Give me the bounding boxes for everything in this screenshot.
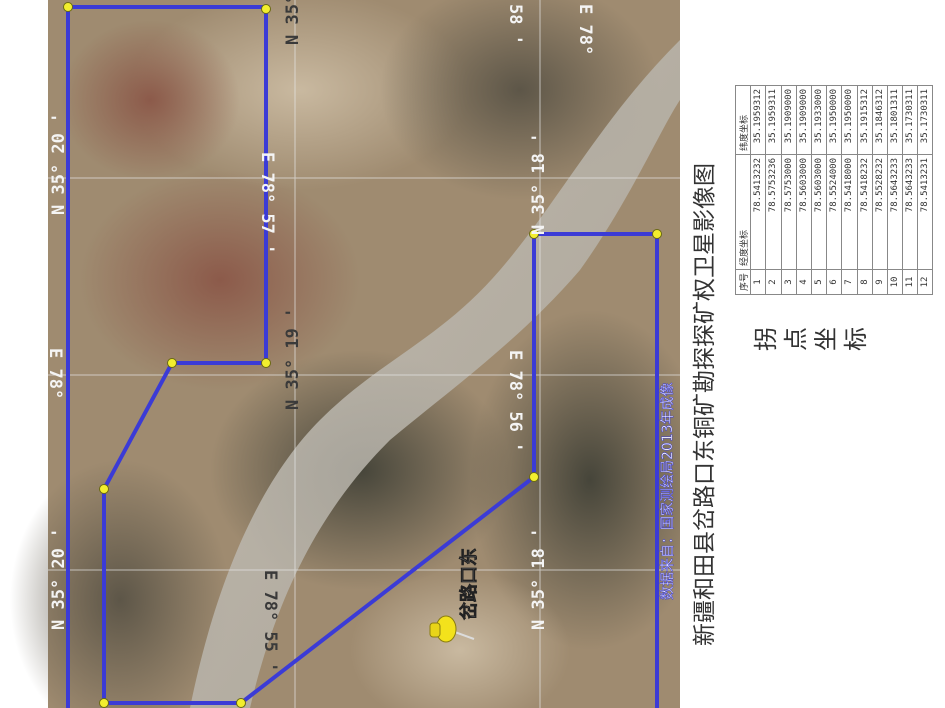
placemark-label: 岔路口东: [458, 548, 480, 620]
lon-label: E 78°: [575, 4, 595, 55]
map-title-area: 新疆和田县岔路口东铜矿勘探探矿权卫星影像图: [667, 146, 729, 666]
cell-no: 1: [750, 269, 766, 295]
cell-no: 2: [765, 269, 782, 295]
lat-label: N 35° 18 ': [529, 528, 549, 630]
side-label-char: 坐: [812, 327, 840, 351]
table-row: 7 78.5418000 35.1950000: [841, 85, 857, 295]
satellite-map[interactable]: 岔路口东 N 35° 20 ' N 35° 20 ' N 35° N 35° 1…: [0, 0, 680, 708]
lon-label: E 78°: [45, 348, 65, 399]
lon-label: E 78° 55 ': [260, 570, 280, 672]
cell-lon: 78.5753000: [781, 154, 797, 270]
table-row: 10 78.5643233 35.1801311: [887, 85, 903, 295]
col-header-lon: 经度坐标: [735, 154, 751, 270]
cell-no: 6: [826, 269, 842, 295]
table-row: 8 78.5418232 35.1915312: [857, 85, 873, 295]
cell-lon: 78.5524000: [826, 154, 842, 270]
terrain-ridge-nw: [60, 20, 240, 180]
vertex-marker[interactable]: [236, 698, 246, 708]
cell-lat: 35.1846312: [872, 85, 888, 155]
vertex-marker[interactable]: [652, 229, 662, 239]
cell-lon: 78.5418232: [857, 154, 873, 270]
cell-no: 3: [781, 269, 797, 295]
table-row: 4 78.5603000 35.1909000: [796, 85, 812, 295]
vertex-marker[interactable]: [99, 484, 109, 494]
cell-lon: 78.5413231: [917, 154, 933, 270]
table-row: 1 78.5413232 35.1959312: [750, 85, 766, 295]
table-row: 12 78.5413231 35.1730311: [917, 85, 933, 295]
lat-label: N 35° 19 ': [283, 308, 303, 410]
lat-label: N 35° 18 ': [529, 133, 549, 235]
cell-no: 8: [857, 269, 873, 295]
cell-lon: 78.5753236: [765, 154, 782, 270]
lat-label: N 35° 20 ': [49, 113, 69, 215]
lat-label: N 35°: [283, 0, 303, 45]
table-row: 9 78.5528232 35.1846312: [872, 85, 888, 295]
lon-label: 58 ': [505, 4, 525, 45]
side-label-char: 标: [842, 327, 870, 351]
cell-no: 12: [917, 269, 933, 295]
vertex-marker[interactable]: [261, 4, 271, 14]
lon-label: E 78° 57 ': [257, 152, 277, 254]
table-row: 11 78.5643233 35.1730311: [902, 85, 918, 295]
table-row: 6 78.5524000 35.1950000: [826, 85, 842, 295]
cell-lat: 35.1950000: [841, 85, 857, 155]
cell-lat: 35.1915312: [857, 85, 873, 155]
cell-no: 11: [902, 269, 918, 295]
cell-lat: 35.1909000: [781, 85, 797, 155]
vertex-marker[interactable]: [529, 472, 539, 482]
table-row: 3 78.5753000 35.1909000: [781, 85, 797, 295]
cell-lat: 35.1959312: [750, 85, 766, 155]
vertex-marker[interactable]: [99, 698, 109, 708]
coord-table-area: 序号 经度坐标 纬度坐标 1 78.5413232 35.1959312 2 78.5…: [735, 0, 945, 295]
cell-no: 4: [796, 269, 812, 295]
cell-lon: 78.5418000: [841, 154, 857, 270]
col-header-no: 序号: [735, 269, 751, 295]
map-title: 新疆和田县岔路口东铜矿勘探探矿权卫星影像图: [692, 163, 718, 646]
cell-lon: 78.5603000: [796, 154, 812, 270]
lat-label: N 35° 20 ': [49, 528, 69, 630]
cell-no: 5: [811, 269, 827, 295]
cell-lat: 35.1730311: [902, 85, 918, 155]
coord-table: 序号 经度坐标 纬度坐标 1 78.5413232 35.1959312 2 78.5…: [735, 85, 933, 295]
cell-lat: 35.1950000: [826, 85, 842, 155]
cell-lat: 35.1909000: [796, 85, 812, 155]
cell-lat: 35.1801311: [887, 85, 903, 155]
cell-no: 7: [841, 269, 857, 295]
lon-label: E 78° 56 ': [505, 350, 525, 452]
cell-lat: 35.1959311: [765, 85, 782, 155]
satellite-map-canvas: 岔路口东 N 35° 20 ' N 35° 20 ' N 35° N 35° 1…: [0, 0, 680, 708]
cell-lon: 78.5413232: [750, 154, 766, 270]
col-header-lat: 纬度坐标: [735, 85, 751, 155]
cell-lon: 78.5528232: [872, 154, 888, 270]
table-row: 2 78.5753236 35.1959311: [765, 85, 782, 295]
cell-no: 10: [887, 269, 903, 295]
table-header-row: 序号 经度坐标 纬度坐标: [735, 85, 751, 295]
table-row: 5 78.5603000 35.1933000: [811, 85, 827, 295]
cell-lon: 78.5643233: [887, 154, 903, 270]
cell-lat: 35.1730311: [917, 85, 933, 155]
cell-lon: 78.5603000: [811, 154, 827, 270]
side-label-char: 拐: [752, 327, 780, 351]
cell-no: 9: [872, 269, 888, 295]
vertex-marker[interactable]: [63, 2, 73, 12]
side-label-char: 点: [782, 327, 810, 351]
vertex-marker[interactable]: [167, 358, 177, 368]
cell-lat: 35.1933000: [811, 85, 827, 155]
vertex-marker[interactable]: [261, 358, 271, 368]
cell-lon: 78.5643233: [902, 154, 918, 270]
